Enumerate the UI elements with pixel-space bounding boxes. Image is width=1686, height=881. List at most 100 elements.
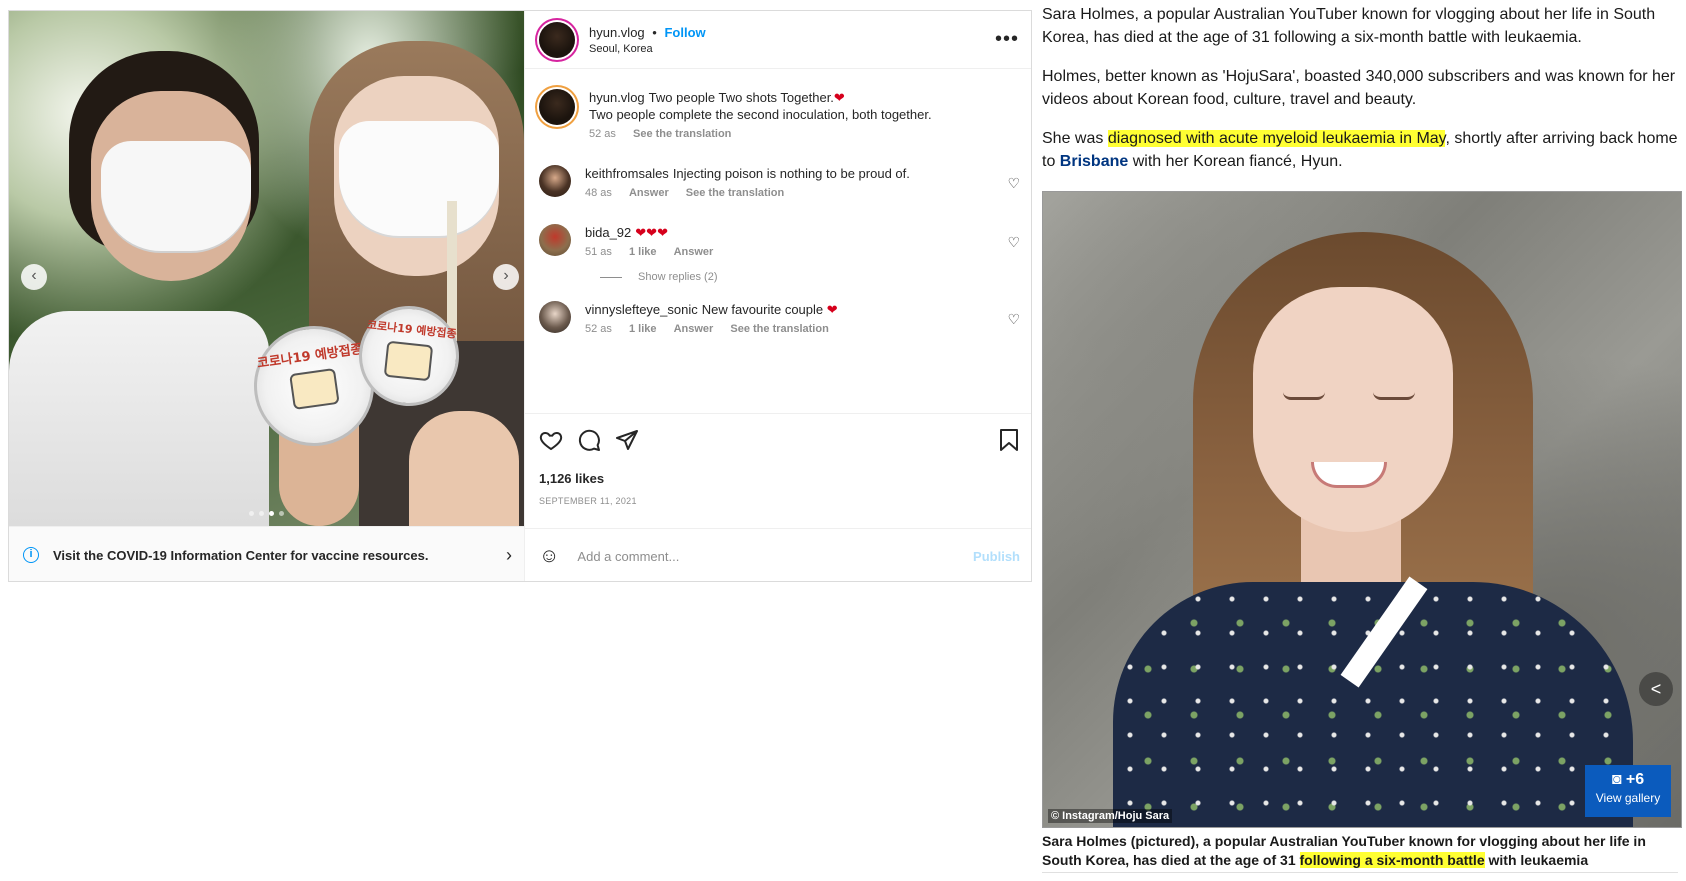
photo-figure [339,121,499,236]
carousel-dot [249,511,254,516]
comment-time: 52 as [589,128,616,140]
avatar[interactable] [539,21,575,58]
post-photo[interactable]: 코로나19 예방접종 코로나19 예방접종 ‹ › [9,11,524,526]
comment-username[interactable]: hyun.vlog [589,90,645,105]
publish-button[interactable]: Publish [973,549,1020,564]
heart-icon[interactable] [539,428,563,457]
brisbane-link[interactable]: Brisbane [1060,153,1128,170]
comment-meta: 52 as 1 like Answer See the translation [585,321,1007,338]
photo-figure [101,141,251,251]
comment-item: keithfromsales Injecting poison is nothin… [525,143,1031,202]
comment-input[interactable] [575,547,974,565]
heart-emoji: ❤❤❤ [635,225,668,240]
see-translation-button[interactable]: See the translation [730,323,828,335]
caption-text: Two people Two shots Together. [648,90,834,105]
comment-meta: 48 as Answer See the translation [585,185,1007,202]
avatar[interactable] [539,89,575,125]
share-icon[interactable]: < [1639,672,1673,706]
gallery-label: View gallery [1595,791,1661,805]
previous-photo-button[interactable]: ‹ [21,264,47,290]
comment-time: 52 as [585,323,612,335]
comment-username[interactable]: bida_92 [585,225,631,240]
comment-username[interactable]: vinnyslefteye_sonic [585,302,698,317]
like-comment-icon[interactable]: ♡ [1007,165,1020,202]
caption-text-2: Two people complete the second inoculati… [589,107,932,122]
comment-text: Injecting poison is nothing to be proud … [672,166,910,181]
article-paragraph: Holmes, better known as 'HojuSara', boas… [1042,68,1676,108]
article-paragraph: She was diagnosed with acute myeloid leu… [1042,127,1678,173]
camera-icon: ◙ [1611,771,1626,788]
comment-body: keithfromsales Injecting poison is nothin… [585,165,1007,202]
paragraph-text: She was [1042,130,1108,147]
comment-body: hyun.vlog Two people Two shots Together.❤… [589,89,1020,143]
see-translation-button[interactable]: See the translation [633,128,731,140]
likes-count[interactable]: 1,126 likes [539,471,1020,486]
post-header: hyun.vlog • Follow Seoul, Korea ••• [525,11,1031,69]
avatar[interactable] [539,301,571,333]
gallery-count: +6 [1625,771,1645,788]
comments-list: hyun.vlog Two people Two shots Together.❤… [525,77,1031,413]
carousel-dot [259,511,264,516]
comment-text-line: keithfromsales Injecting poison is nothin… [585,165,1007,182]
emoji-icon[interactable]: ☺ [539,545,559,568]
view-gallery-button[interactable]: ◙ +6 View gallery [1585,765,1671,817]
badge-text: 코로나19 예방접종 [256,341,364,372]
chevron-right-icon: › [506,544,512,565]
comment-text-line: hyun.vlog Two people Two shots Together.❤ [589,89,1020,106]
info-icon: i [23,547,39,563]
comment-text: New favourite couple [701,302,824,317]
photo-figure [1373,392,1415,400]
photo-caption: Sara Holmes (pictured), a popular Austra… [1042,832,1678,873]
vial-icon [383,340,434,382]
highlighted-text: diagnosed with acute myeloid leukaemia i… [1107,130,1446,147]
comment-meta: 51 as 1 like Answer [585,244,1007,261]
article-paragraph: Sara Holmes, a popular Australian YouTub… [1042,6,1656,46]
photo-figure [1283,392,1325,400]
comment-icon[interactable] [577,428,601,457]
comment-likes[interactable]: 1 like [629,323,657,335]
bookmark-icon[interactable] [998,428,1020,457]
answer-button[interactable]: Answer [674,246,714,258]
vial-icon [289,367,340,410]
comment-item: vinnyslefteye_sonic New favourite couple … [525,283,1031,338]
like-comment-icon[interactable]: ♡ [1007,301,1020,338]
username-link[interactable]: hyun.vlog [589,25,645,40]
more-options-icon[interactable]: ••• [995,28,1019,51]
avatar[interactable] [539,165,571,197]
article-photo[interactable]: © Instagram/Hoju Sara < ◙ +6 View galler… [1042,191,1682,828]
comment-likes[interactable]: 1 like [629,246,657,258]
photo-figure [409,411,519,526]
comment-username[interactable]: keithfromsales [585,166,669,181]
avatar[interactable] [539,224,571,256]
comment-text-line: vinnyslefteye_sonic New favourite couple … [585,301,1007,318]
badge-text: 코로나19 예방접종 [366,318,458,341]
photo-figure [9,311,269,526]
separator: • [652,24,657,40]
article-body: Sara Holmes, a popular Australian YouTub… [1042,0,1678,173]
post-actions: 1,126 likes SEPTEMBER 11, 2021 [525,413,1031,506]
covid-info-text: Visit the COVID-19 Information Center fo… [53,547,429,563]
follow-button[interactable]: Follow [664,25,705,40]
location-link[interactable]: Seoul, Korea [589,43,995,55]
next-photo-button[interactable]: › [493,264,519,290]
comment-body: bida_92 ❤❤❤ 51 as 1 like Answer [585,224,1007,261]
highlighted-text: following a six-month battle [1299,852,1485,868]
share-icon[interactable] [615,428,639,457]
comment-time: 48 as [585,187,612,199]
paragraph-text: with her Korean fiancé, Hyun. [1128,153,1343,170]
carousel-dot-active [269,511,274,516]
caption-text: with leukaemia [1484,852,1589,868]
comment-box: ☺ Publish [525,528,1031,581]
heart-emoji: ❤ [826,302,838,317]
comment-time: 51 as [585,246,612,258]
photo-credit: © Instagram/Hoju Sara [1048,809,1173,823]
show-replies-button[interactable]: Show replies (2) [525,261,1031,283]
covid-info-banner[interactable]: i Visit the COVID-19 Information Center … [9,526,524,581]
comment-meta: 52 as See the translation [589,126,1020,143]
answer-button[interactable]: Answer [629,187,669,199]
answer-button[interactable]: Answer [674,323,714,335]
photo-figure [1253,287,1453,532]
caption-item: hyun.vlog Two people Two shots Together.❤… [525,77,1031,143]
like-comment-icon[interactable]: ♡ [1007,224,1020,261]
see-translation-button[interactable]: See the translation [686,187,784,199]
